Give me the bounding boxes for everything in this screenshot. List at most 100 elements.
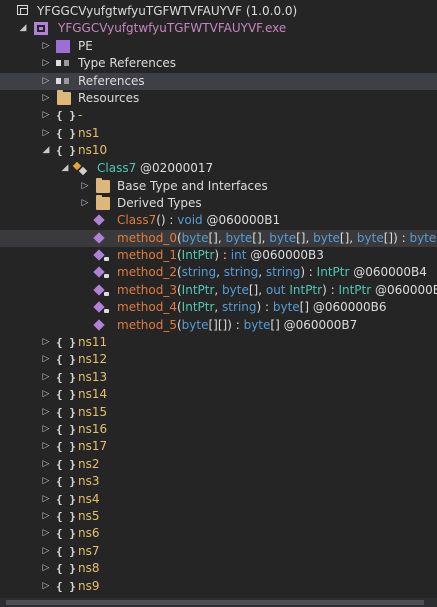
- expand-arrow-icon[interactable]: ▷: [41, 404, 51, 421]
- module-label: YFGGCVyufgtwfyuTGFWTVFAUYVF.exe: [58, 21, 287, 35]
- horizontal-scrollbar[interactable]: [0, 598, 437, 607]
- expand-arrow-icon[interactable]: ▷: [41, 369, 51, 386]
- class-token: @02000017: [140, 161, 214, 175]
- class-icon: [74, 162, 88, 175]
- tree-node-method[interactable]: method_1(IntPtr) : int @060000B3: [0, 247, 437, 264]
- signature-token: method_4: [117, 300, 177, 314]
- tree-node-namespace[interactable]: ▷ { } -: [0, 107, 437, 124]
- method-signature: method_4(IntPtr, string) : byte[] @06000…: [117, 299, 387, 316]
- tree-node-namespace[interactable]: ▷ { } ns17: [0, 438, 437, 455]
- module-icon: [34, 22, 48, 35]
- tree-node-namespace[interactable]: ▷ { } ns7: [0, 543, 437, 560]
- tree-node-namespace[interactable]: ▷ { } ns4: [0, 491, 437, 508]
- expand-arrow-icon[interactable]: ▷: [41, 334, 51, 351]
- expand-arrow-icon[interactable]: ▷: [80, 178, 90, 195]
- expand-arrow-icon[interactable]: ▷: [41, 525, 51, 542]
- signature-token: @060000B4: [349, 265, 427, 279]
- signature-token: byte: [272, 300, 300, 314]
- signature-token: method_0: [117, 231, 177, 245]
- namespace-icon: { }: [56, 406, 76, 419]
- tree-node-namespace[interactable]: ▷ { } ns14: [0, 386, 437, 403]
- expand-arrow-icon[interactable]: ▷: [41, 508, 51, 525]
- tree-node-namespace[interactable]: ▷ { } ns16: [0, 421, 437, 438]
- tree-node-pe[interactable]: ▷ PE: [0, 38, 437, 55]
- signature-token: IntPtr: [316, 265, 350, 279]
- namespace-icon: { }: [56, 580, 76, 593]
- expand-arrow-icon[interactable]: ▷: [41, 90, 51, 107]
- tree-node-namespace-expanded[interactable]: ◢ { } ns10: [0, 142, 437, 159]
- tree-node-method[interactable]: method_4(IntPtr, string) : byte[] @06000…: [0, 299, 437, 316]
- collapse-arrow-icon[interactable]: ◢: [60, 160, 70, 177]
- tree-node-namespace[interactable]: ▷ { } ns9: [0, 578, 437, 595]
- signature-token: ) :: [300, 265, 317, 279]
- tree-node-namespace[interactable]: ▷ { } ns6: [0, 525, 437, 542]
- signature-token: method_2: [117, 265, 177, 279]
- signature-token: IntPtr: [289, 283, 323, 297]
- namespace-icon: { }: [56, 109, 76, 122]
- scrollbar-thumb[interactable]: [6, 600, 424, 605]
- tree-node-method[interactable]: method_2(string, string, string) : IntPt…: [0, 264, 437, 281]
- expand-arrow-icon[interactable]: ▷: [41, 421, 51, 438]
- tree-node-namespace[interactable]: ▷ { } ns3: [0, 473, 437, 490]
- namespace-label: ns7: [78, 544, 100, 558]
- expand-arrow-icon[interactable]: ▷: [41, 38, 51, 55]
- method-signature: method_1(IntPtr) : int @060000B3: [117, 247, 324, 264]
- tree-node-class[interactable]: ◢ Class7 @02000017: [0, 160, 437, 177]
- tree-node-assembly[interactable]: YFGGCVyufgtwfyuTGFWTVFAUYVF (1.0.0.0): [0, 3, 437, 20]
- tree-node-derived-types[interactable]: ▷ Derived Types: [0, 195, 437, 212]
- expand-arrow-icon[interactable]: ▷: [41, 491, 51, 508]
- method-icon: [93, 319, 105, 331]
- expand-arrow-icon[interactable]: ▷: [41, 456, 51, 473]
- lock-icon: [104, 309, 109, 313]
- lock-icon: [104, 257, 109, 261]
- expand-arrow-icon[interactable]: ▷: [41, 351, 51, 368]
- expand-arrow-icon[interactable]: ▷: [41, 386, 51, 403]
- tree-node-namespace[interactable]: ▷ { } ns11: [0, 334, 437, 351]
- expand-arrow-icon[interactable]: ▷: [41, 107, 51, 124]
- namespace-label: ns15: [78, 405, 108, 419]
- signature-token: method_5: [117, 318, 177, 332]
- tree-node-namespace[interactable]: ▷ { } ns13: [0, 369, 437, 386]
- expand-arrow-icon[interactable]: ▷: [41, 55, 51, 72]
- signature-token: method_1: [117, 248, 177, 262]
- signature-token: ,: [214, 300, 223, 314]
- tree-node-module[interactable]: ◢ YFGGCVyufgtwfyuTGFWTVFAUYVF.exe: [0, 20, 437, 37]
- signature-token: () :: [156, 213, 178, 227]
- method-icon: [93, 232, 105, 244]
- tree-node-namespace[interactable]: ▷ { } ns1: [0, 125, 437, 142]
- namespace-icon: { }: [56, 371, 76, 384]
- expand-arrow-icon[interactable]: ▷: [41, 125, 51, 142]
- signature-token: byte: [181, 231, 209, 245]
- signature-token: ,: [216, 265, 224, 279]
- expand-arrow-icon[interactable]: ▷: [41, 438, 51, 455]
- tree-node-namespace[interactable]: ▷ { } ns8: [0, 560, 437, 577]
- tree-node-method[interactable]: method_0(byte[], byte[], byte[], byte[],…: [0, 230, 437, 247]
- namespace-label: ns4: [78, 492, 100, 506]
- namespace-label: -: [78, 108, 83, 122]
- tree-node-namespace[interactable]: ▷ { } ns2: [0, 456, 437, 473]
- signature-token: string: [223, 265, 259, 279]
- signature-token: [],: [339, 231, 357, 245]
- expand-arrow-icon[interactable]: ▷: [41, 473, 51, 490]
- collapse-arrow-icon[interactable]: ◢: [41, 142, 51, 159]
- collapse-arrow-icon[interactable]: ◢: [18, 20, 28, 37]
- namespace-label: ns14: [78, 387, 108, 401]
- tree-node-method[interactable]: method_5(byte[][]) : byte[] @060000B7: [0, 317, 437, 334]
- tree-node-method[interactable]: Class7() : void @060000B1: [0, 212, 437, 229]
- tree-node-base-types[interactable]: ▷ Base Type and Interfaces: [0, 178, 437, 195]
- tree-node-namespace[interactable]: ▷ { } ns15: [0, 404, 437, 421]
- tree-node-method[interactable]: method_3(IntPtr, byte[], out IntPtr) : I…: [0, 282, 437, 299]
- namespace-label: ns1: [78, 126, 100, 140]
- tree-node-type-references[interactable]: ▷ Type References: [0, 55, 437, 72]
- namespace-label: ns6: [78, 526, 100, 540]
- tree-node-namespace[interactable]: ▷ { } ns5: [0, 508, 437, 525]
- tree-node-namespace[interactable]: ▷ { } ns12: [0, 351, 437, 368]
- expand-arrow-icon[interactable]: ▷: [41, 560, 51, 577]
- tree-node-references[interactable]: ▷ References: [0, 73, 437, 90]
- expand-arrow-icon[interactable]: ▷: [41, 73, 51, 90]
- expand-arrow-icon[interactable]: ▷: [41, 578, 51, 595]
- expand-arrow-icon[interactable]: ▷: [80, 195, 90, 212]
- signature-token: byte: [222, 283, 249, 297]
- expand-arrow-icon[interactable]: ▷: [41, 543, 51, 560]
- tree-node-resources[interactable]: ▷ Resources: [0, 90, 437, 107]
